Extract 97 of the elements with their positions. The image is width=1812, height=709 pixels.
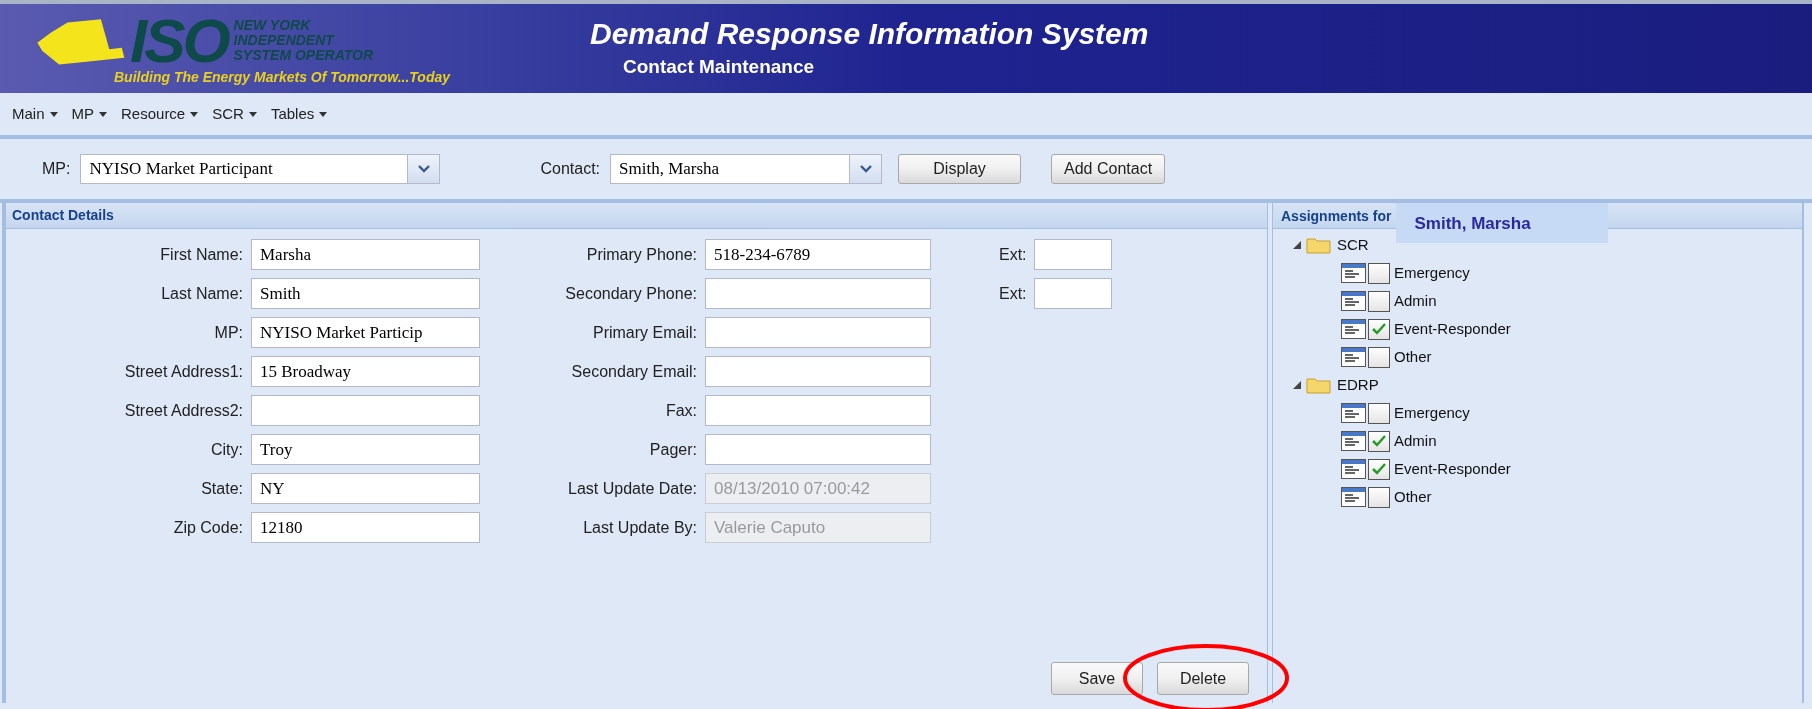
menu-item[interactable]: Tables <box>270 102 328 126</box>
chevron-down-icon <box>417 165 430 173</box>
input-field[interactable]: 12180 <box>251 512 480 543</box>
tree-item-label[interactable]: Event-Responder <box>1394 457 1511 481</box>
mp-label: MP: <box>42 159 71 179</box>
list-icon <box>1341 431 1366 451</box>
input-field[interactable]: Smith <box>251 278 480 309</box>
tree-item-label[interactable]: Emergency <box>1394 401 1470 425</box>
button[interactable]: Add Contact <box>1051 154 1166 184</box>
panel-title: Assignments for <box>1280 207 1392 226</box>
checkbox[interactable] <box>1368 318 1390 340</box>
list-icon <box>1341 319 1366 339</box>
tree-item-label[interactable]: Event-Responder <box>1394 317 1511 341</box>
checkmark-icon <box>1372 323 1386 335</box>
page-subtitle: Contact Maintenance <box>622 55 816 80</box>
caret-icon <box>248 111 257 117</box>
checkbox[interactable] <box>1368 430 1390 452</box>
menu-item[interactable]: SCR <box>212 102 257 126</box>
contact-dropdown[interactable]: Smith, Marsha <box>610 154 883 184</box>
app-title: Demand Response Information System <box>590 16 1149 53</box>
field-label: Secondary Email: <box>570 361 698 382</box>
checkbox[interactable] <box>1368 346 1390 368</box>
button[interactable]: Save <box>1051 662 1143 695</box>
field-label: Primary Email: <box>592 322 698 343</box>
input-field[interactable] <box>1033 278 1112 309</box>
button[interactable]: Display <box>898 154 1022 184</box>
input-field[interactable]: NYISO Market Particip <box>251 317 480 348</box>
field-label: First Name: <box>159 244 244 265</box>
ext-label: Ext: <box>999 244 1027 265</box>
caret-icon <box>319 111 328 117</box>
input-field[interactable] <box>705 317 931 348</box>
field-label: Street Address1: <box>123 361 244 382</box>
input-field[interactable] <box>705 356 931 387</box>
caret-icon <box>49 111 58 117</box>
input-field[interactable] <box>705 434 931 465</box>
logo-text-line: INDEPENDENT <box>233 33 336 48</box>
field-label: Pager: <box>648 439 698 460</box>
input-field[interactable]: 518-234-6789 <box>705 239 931 270</box>
tree-item-label[interactable]: Other <box>1394 485 1432 509</box>
folder-icon <box>1306 236 1332 254</box>
checkbox[interactable] <box>1368 402 1390 424</box>
input-field[interactable]: 15 Broadway <box>251 356 480 387</box>
checkbox[interactable] <box>1368 486 1390 508</box>
list-icon <box>1341 291 1366 311</box>
menu-item[interactable]: Resource <box>121 102 199 126</box>
field-label: State: <box>200 478 244 499</box>
list-icon <box>1341 459 1366 479</box>
folder-icon <box>1306 376 1332 394</box>
checkbox[interactable] <box>1368 262 1390 284</box>
tree-group-label[interactable]: SCR <box>1337 233 1369 257</box>
contact-label: Contact: <box>540 159 601 179</box>
list-icon <box>1341 347 1366 367</box>
caret-icon <box>190 111 199 117</box>
input-field[interactable]: NY <box>251 473 480 504</box>
caret-icon <box>99 111 107 117</box>
checkbox[interactable] <box>1368 458 1390 480</box>
checkmark-icon <box>1372 435 1386 447</box>
input-field[interactable]: Troy <box>251 434 480 465</box>
tree-item-label[interactable]: Emergency <box>1394 261 1470 285</box>
field-label: Zip Code: <box>172 517 244 538</box>
logo-text-line: SYSTEM OPERATOR <box>233 48 374 63</box>
input-field[interactable] <box>1033 239 1112 270</box>
button[interactable]: Delete <box>1157 662 1249 695</box>
field-label: MP: <box>213 322 244 343</box>
tree-item-label[interactable]: Admin <box>1394 289 1437 313</box>
mp-dropdown[interactable]: NYISO Market Participant <box>80 154 441 184</box>
field-label: Fax: <box>664 400 698 421</box>
input-field[interactable]: Marsha <box>251 239 480 270</box>
input-field[interactable] <box>705 278 931 309</box>
ext-label: Ext: <box>999 283 1027 304</box>
list-icon <box>1341 403 1366 423</box>
tree-group-label[interactable]: EDRP <box>1337 373 1379 397</box>
panel-title: Contact Details <box>12 206 114 225</box>
logo-letters: ISO <box>130 12 228 69</box>
contact-name-highlight: Smith, Marsha <box>1396 203 1609 243</box>
tree-item-label[interactable]: Other <box>1394 345 1432 369</box>
field-label: Last Update By: <box>582 517 698 538</box>
checkmark-icon <box>1372 463 1386 475</box>
input-field[interactable] <box>251 395 480 426</box>
field-label: City: <box>210 439 244 460</box>
input-field[interactable] <box>705 395 931 426</box>
field-label: Street Address2: <box>123 400 244 421</box>
list-icon <box>1341 263 1366 283</box>
tagline: Building The Energy Markets Of Tomorrow...Today <box>114 68 452 85</box>
chevron-down-icon <box>859 165 872 173</box>
field-label: Last Name: <box>160 283 244 304</box>
field-label: Last Update Date: <box>567 478 698 499</box>
menu-item[interactable]: Main <box>12 102 58 126</box>
field-label: Primary Phone: <box>585 244 698 265</box>
tree-item-label[interactable]: Admin <box>1394 429 1437 453</box>
logo-text-line: NEW YORK <box>233 18 312 33</box>
field-label: Secondary Phone: <box>564 283 698 304</box>
expand-triangle-icon[interactable] <box>1293 241 1301 249</box>
expand-triangle-icon[interactable] <box>1293 381 1301 389</box>
list-icon <box>1341 487 1366 507</box>
checkbox[interactable] <box>1368 290 1390 312</box>
menu-item[interactable]: MP <box>71 102 107 126</box>
